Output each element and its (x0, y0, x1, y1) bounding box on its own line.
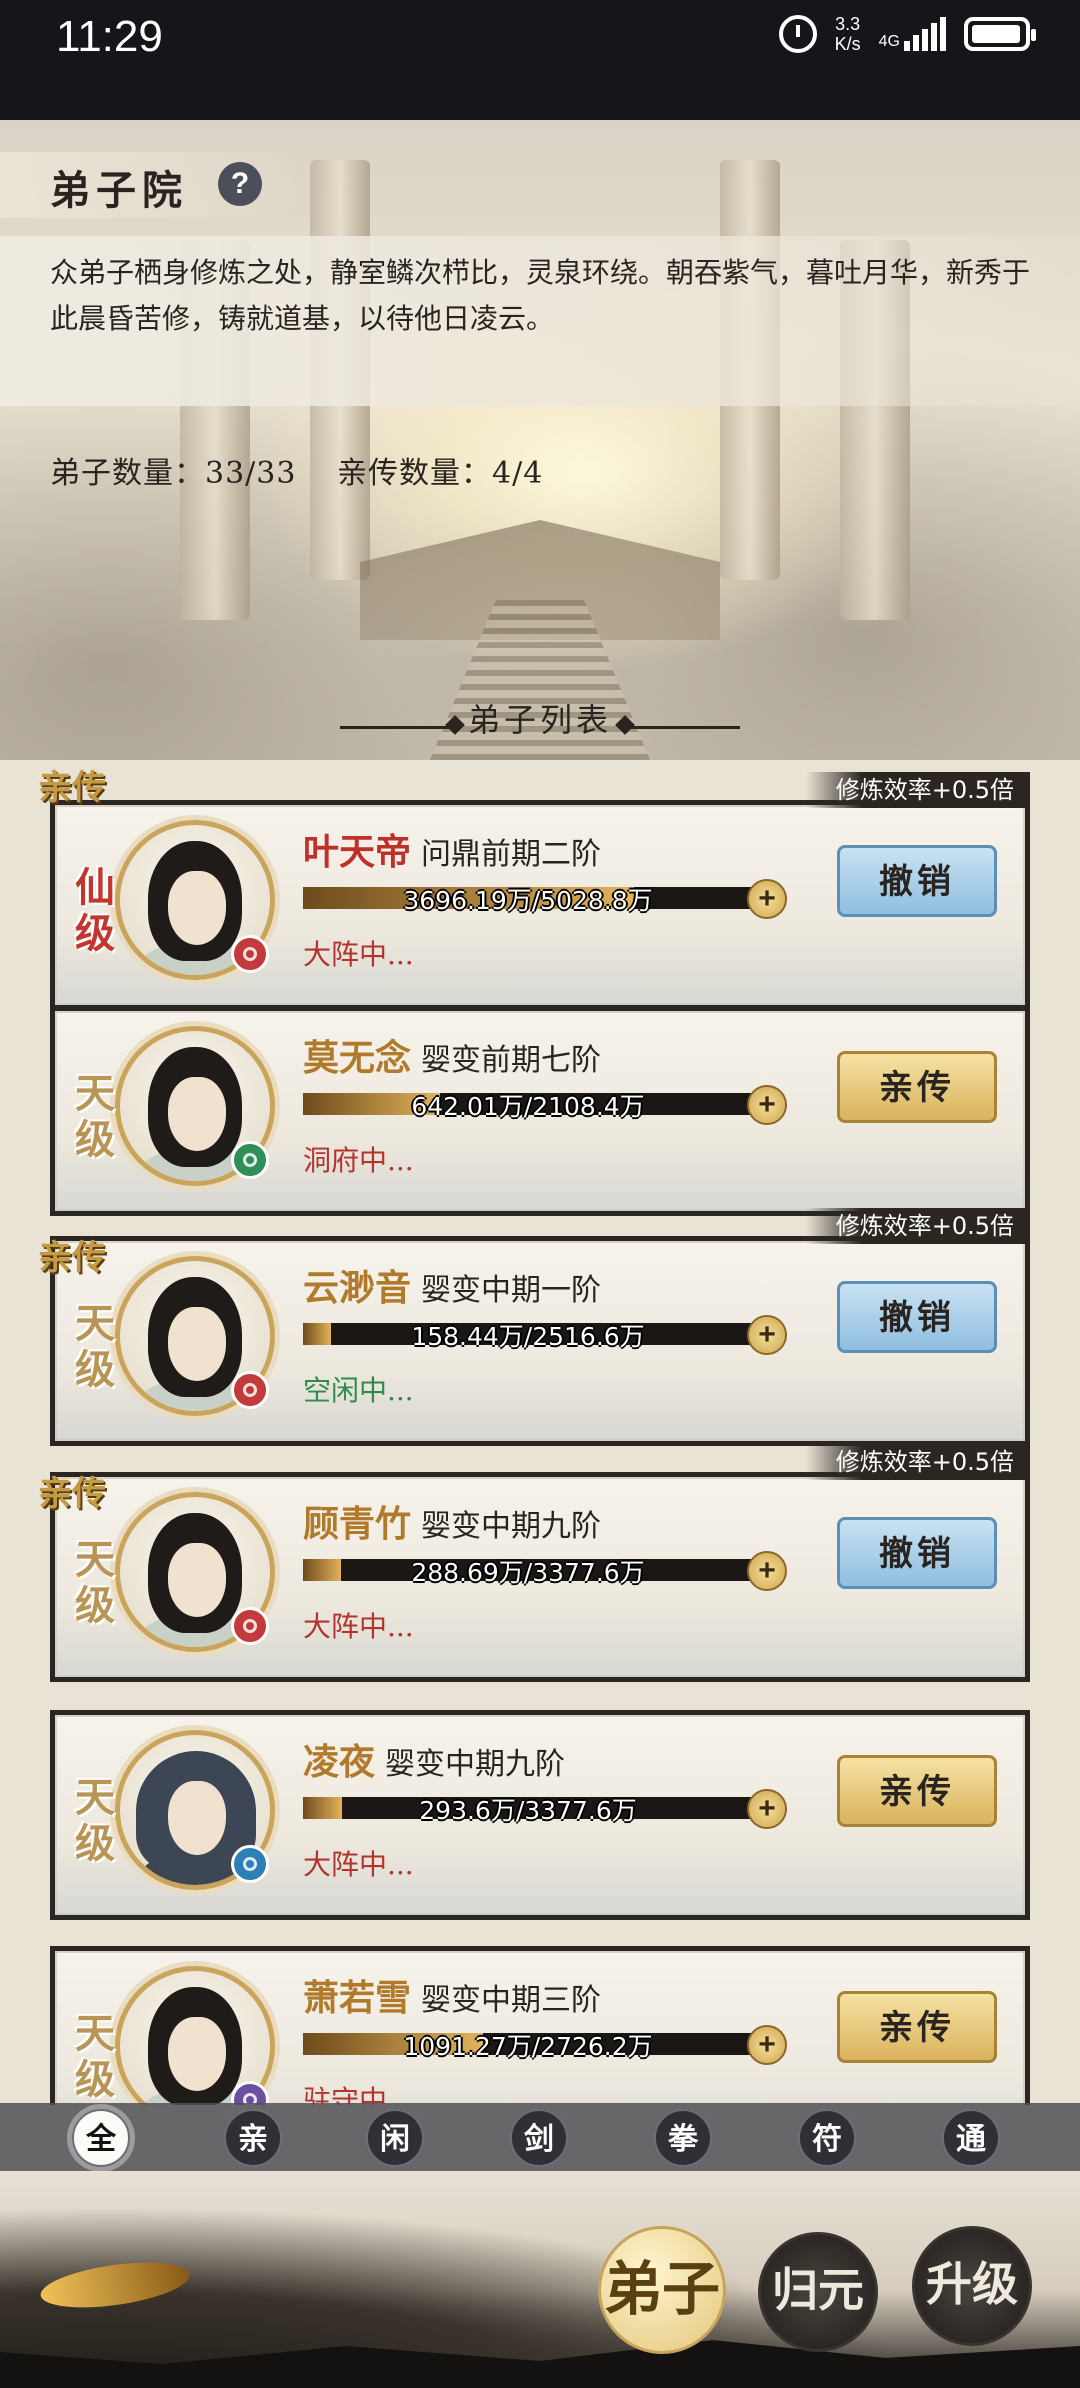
bonus-ribbon: 修炼效率+0.5倍 (805, 1208, 1030, 1244)
add-cultivation-button[interactable]: + (747, 1315, 787, 1355)
bonus-ribbon: 修炼效率+0.5倍 (805, 1444, 1030, 1480)
filter-bar: 全 亲 闲 剑 拳 符 通 (0, 2103, 1080, 2171)
progress-text: 293.6万/3377.6万 (419, 1796, 637, 1825)
fire-element-icon (231, 1371, 269, 1409)
cultivation-realm: 婴变前期七阶 (421, 1043, 602, 1078)
disciple-name: 莫无念 婴变前期七阶 (303, 1037, 602, 1079)
filter-sword[interactable]: 剑 (510, 2109, 568, 2167)
nav-disciples-button[interactable]: 弟子 (598, 2226, 726, 2354)
make-core-disciple-button[interactable]: 亲传 (837, 1051, 997, 1123)
status-text: 大阵中... (303, 938, 414, 971)
signal-icon: 4G (879, 17, 946, 51)
status-bar: 11:29 3.3 K/s 4G (0, 0, 1080, 120)
clock: 11:29 (56, 12, 163, 61)
ink-wave-decoration (0, 2340, 1080, 2388)
disciple-name: 叶天帝 问鼎前期二阶 (303, 831, 602, 873)
progress-bar: 642.01万/2108.4万 (303, 1092, 753, 1121)
filter-talisman[interactable]: 符 (798, 2109, 856, 2167)
disciple-card[interactable]: 修炼效率+0.5倍 天级 云渺音 婴变中期一阶 158.44万/2516.6万 +… (50, 1208, 1030, 1446)
disciple-card[interactable]: 天级 萧若雪 婴变中期三阶 1091.27万/2726.2万 + 驻守中... 亲… (50, 1946, 1030, 2105)
cultivation-realm: 问鼎前期二阶 (421, 837, 602, 872)
add-cultivation-button[interactable]: + (747, 2025, 787, 2065)
nav-return-button[interactable]: 归元 (758, 2232, 878, 2352)
list-title: 弟子列表 (467, 701, 612, 739)
grade-label: 天级 (75, 1536, 115, 1629)
disciple-card[interactable]: 修炼效率+0.5倍 天级 顾青竹 婴变中期九阶 288.69万/3377.6万 +… (50, 1444, 1030, 1682)
core-disciple-tag: 亲传 (38, 768, 106, 808)
progress-text: 158.44万/2516.6万 (411, 1322, 645, 1351)
disciple-count: 弟子数量：33/33 (50, 456, 297, 491)
progress-bar: 158.44万/2516.6万 (303, 1322, 753, 1351)
disciple-list[interactable]: 修炼效率+0.5倍 仙级 叶天帝 问鼎前期二阶 3696.19万/5028.8万 … (0, 760, 1080, 2105)
ornament-left-icon (340, 712, 450, 729)
revoke-button[interactable]: 撤销 (837, 1517, 997, 1589)
progress-text: 288.69万/3377.6万 (411, 1558, 645, 1587)
grade-label: 天级 (75, 1070, 115, 1163)
cultivation-realm: 婴变中期九阶 (421, 1509, 602, 1544)
progress-text: 1091.27万/2726.2万 (403, 2032, 653, 2061)
grade-label: 天级 (75, 1774, 115, 1867)
status-icons: 3.3 K/s 4G (778, 14, 1036, 54)
disciple-name: 萧若雪 婴变中期三阶 (303, 1977, 602, 2019)
page-title: 弟子院 (50, 167, 188, 214)
help-icon[interactable]: ? (218, 162, 262, 206)
progress-bar: 1091.27万/2726.2万 (303, 2032, 753, 2061)
core-disciple-tag: 亲传 (38, 1474, 106, 1514)
status-text: 大阵中... (303, 1848, 414, 1881)
disciple-card[interactable]: 修炼效率+0.5倍 仙级 叶天帝 问鼎前期二阶 3696.19万/5028.8万 … (50, 772, 1030, 1010)
core-disciple-count: 亲传数量：4/4 (337, 456, 544, 491)
progress-bar: 3696.19万/5028.8万 (303, 886, 753, 915)
filter-fist[interactable]: 拳 (654, 2109, 712, 2167)
bonus-ribbon: 修炼效率+0.5倍 (805, 772, 1030, 808)
grade-label: 天级 (75, 2010, 115, 2103)
make-core-disciple-button[interactable]: 亲传 (837, 1755, 997, 1827)
revoke-button[interactable]: 撤销 (837, 845, 997, 917)
disciple-name: 凌夜 婴变中期九阶 (303, 1741, 566, 1783)
filter-all[interactable]: 全 (72, 2109, 130, 2167)
status-text: 洞府中... (303, 1144, 414, 1177)
page-description: 众弟子栖身修炼之处，静室鳞次栉比，灵泉环绕。朝吞紫气，暮吐月华，新秀于此晨昏苦修… (50, 256, 1031, 335)
add-cultivation-button[interactable]: + (747, 1085, 787, 1125)
disciple-card[interactable]: 天级 凌夜 婴变中期九阶 293.6万/3377.6万 + 大阵中... 亲传 (50, 1710, 1030, 1920)
make-core-disciple-button[interactable]: 亲传 (837, 1991, 997, 2063)
progress-bar: 293.6万/3377.6万 (303, 1796, 753, 1825)
nav-upgrade-button[interactable]: 升级 (912, 2226, 1032, 2346)
filter-general[interactable]: 通 (942, 2109, 1000, 2167)
ornament-right-icon (630, 712, 740, 729)
revoke-button[interactable]: 撤销 (837, 1281, 997, 1353)
wind-element-icon (231, 1141, 269, 1179)
fire-element-icon (231, 1607, 269, 1645)
cultivation-realm: 婴变中期三阶 (421, 1983, 602, 2018)
add-cultivation-button[interactable]: + (747, 879, 787, 919)
status-text: 驻守中... (303, 2084, 414, 2105)
disciple-card[interactable]: 天级 莫无念 婴变前期七阶 642.01万/2108.4万 + 洞府中... 亲传 (50, 1006, 1030, 1216)
fire-element-icon (231, 935, 269, 973)
status-text: 空闲中... (303, 1374, 414, 1407)
list-header: 弟子列表 (0, 690, 1080, 750)
battery-icon (964, 17, 1036, 51)
core-disciple-tag: 亲传 (38, 1238, 106, 1278)
counts: 弟子数量：33/33 亲传数量：4/4 (50, 448, 573, 492)
progress-text: 642.01万/2108.4万 (411, 1092, 645, 1121)
grade-label: 天级 (75, 1300, 115, 1393)
progress-text: 3696.19万/5028.8万 (403, 886, 653, 915)
add-cultivation-button[interactable]: + (747, 1551, 787, 1591)
network-speed: 3.3 K/s (834, 14, 861, 54)
disciple-name: 顾青竹 婴变中期九阶 (303, 1503, 602, 1545)
cultivation-realm: 婴变中期一阶 (421, 1273, 602, 1308)
filter-core[interactable]: 亲 (224, 2109, 282, 2167)
add-cultivation-button[interactable]: + (747, 1789, 787, 1829)
disciple-name: 云渺音 婴变中期一阶 (303, 1267, 602, 1309)
cultivation-realm: 婴变中期九阶 (385, 1747, 566, 1782)
progress-bar: 288.69万/3377.6万 (303, 1558, 753, 1587)
grade-label: 仙级 (75, 864, 115, 957)
status-text: 大阵中... (303, 1610, 414, 1643)
filter-idle[interactable]: 闲 (366, 2109, 424, 2167)
water-element-icon (231, 1845, 269, 1883)
alarm-icon (778, 15, 817, 53)
